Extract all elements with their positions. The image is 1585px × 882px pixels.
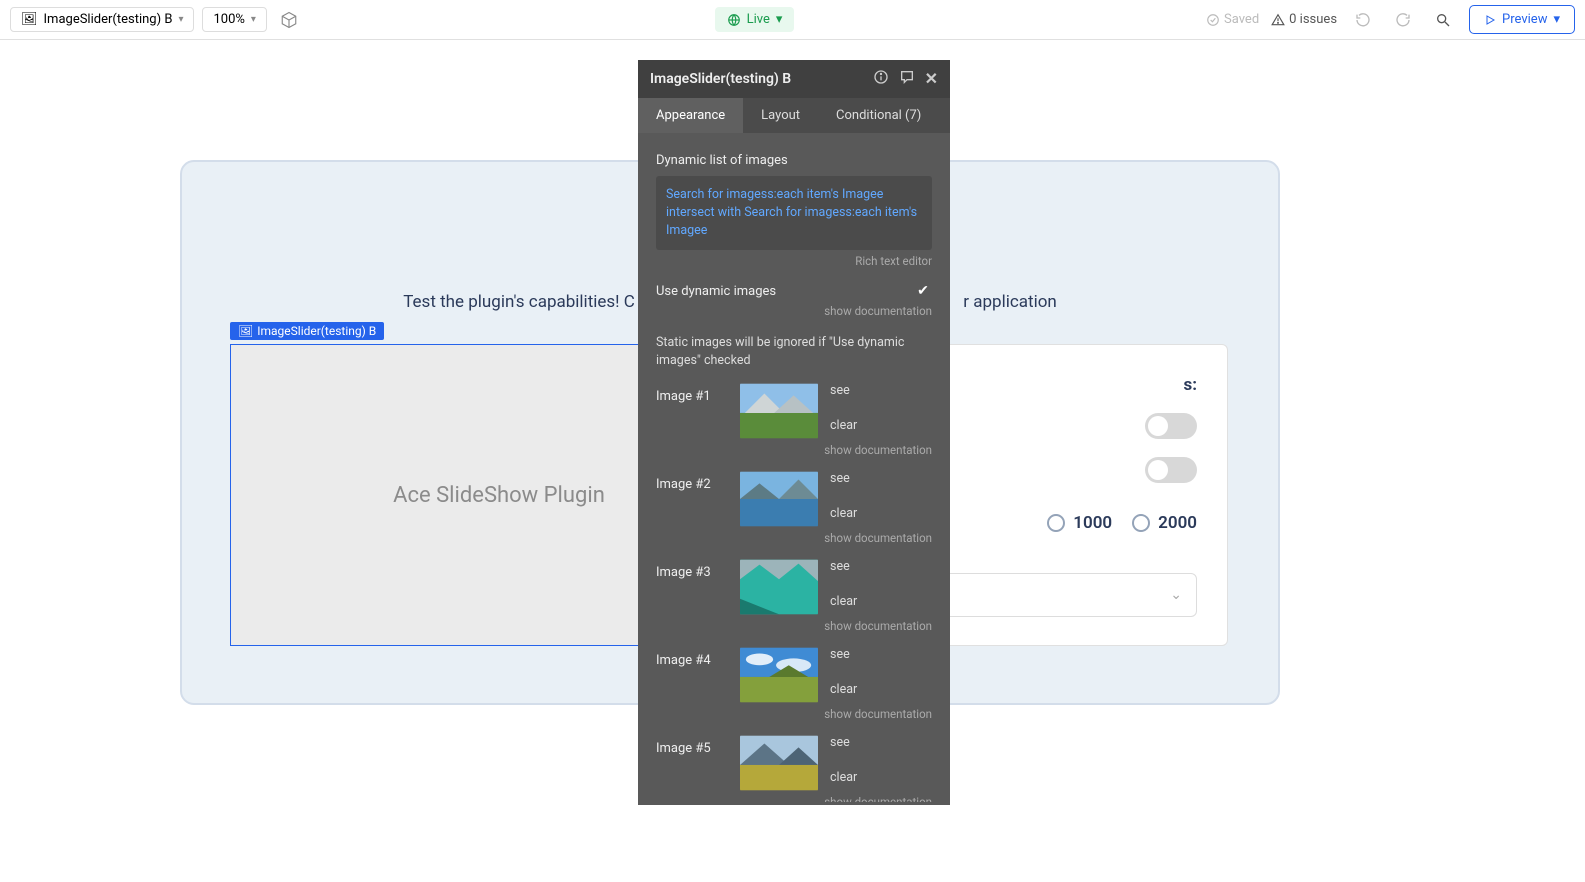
clear-link[interactable]: clear [830,770,857,785]
clear-link[interactable]: clear [830,682,857,697]
image-label: Image #2 [656,471,728,492]
image-thumbnail[interactable] [740,735,818,791]
dynamic-list-label: Dynamic list of images [656,153,932,168]
clear-link[interactable]: clear [830,594,857,609]
info-icon[interactable] [873,69,889,89]
tab-layout[interactable]: Layout [743,98,818,133]
image-label: Image #1 [656,383,728,404]
subtitle-left: Test the plugin's capabilities! C [403,292,635,312]
clear-link[interactable]: clear [830,506,857,521]
show-documentation-link[interactable]: show documentation [656,304,932,318]
panel-header[interactable]: ImageSlider(testing) B ✕ [638,60,950,98]
radio-1000[interactable]: 1000 [1047,513,1112,533]
show-documentation-link[interactable]: show documentation [656,619,932,633]
image-label: Image #4 [656,647,728,668]
image-icon: 🖼 [21,12,38,27]
preview-label: Preview [1502,12,1547,27]
see-link[interactable]: see [830,471,857,486]
image-thumbnail[interactable] [740,471,818,527]
issues-indicator[interactable]: 0 issues [1271,12,1337,27]
speed-radio-group: 1000 2000 [1047,513,1197,533]
property-panel: ImageSlider(testing) B ✕ Appearance Layo… [638,60,950,805]
element-selection-tag[interactable]: 🖼 ImageSlider(testing) B [230,322,384,340]
save-status: Saved [1206,12,1259,27]
preview-button[interactable]: Preview ▾ [1469,5,1575,34]
static-images-notice: Static images will be ignored if "Use dy… [656,334,932,369]
radio-label: 1000 [1073,513,1112,533]
image-thumbnail[interactable] [740,559,818,615]
element-tag-label: ImageSlider(testing) B [257,324,376,338]
see-link[interactable]: see [830,383,857,398]
image-label: Image #5 [656,735,728,756]
zoom-selector[interactable]: 100% ▾ [202,7,266,32]
use-dynamic-checkbox[interactable]: ✔ [914,282,932,300]
image-icon: 🖼 [238,324,253,338]
document-name: ImageSlider(testing) B [44,12,173,27]
subtitle-right: r application [963,292,1057,312]
image-row: Image #3 see clear [656,559,932,615]
clear-link[interactable]: clear [830,418,857,433]
panel-title: ImageSlider(testing) B [650,71,791,87]
cube-icon[interactable] [275,6,303,34]
dynamic-list-expression[interactable]: Search for imagess:each item's Imagee in… [656,176,932,250]
radio-icon [1047,514,1065,532]
image-row: Image #5 see clear [656,735,932,791]
panel-tabs: Appearance Layout Conditional (7) [638,98,950,133]
top-toolbar: 🖼 ImageSlider(testing) B ▾ 100% ▾ Live ▾… [0,0,1585,40]
rich-text-editor-link[interactable]: Rich text editor [656,254,932,268]
live-status-pill[interactable]: Live ▾ [715,7,795,32]
show-documentation-link[interactable]: show documentation [656,531,932,545]
image-row: Image #4 see clear [656,647,932,703]
document-selector[interactable]: 🖼 ImageSlider(testing) B ▾ [10,7,194,32]
chevron-down-icon: ⌄ [1170,587,1182,603]
image-thumbnail[interactable] [740,647,818,703]
image-label: Image #3 [656,559,728,580]
see-link[interactable]: see [830,647,857,662]
saved-label: Saved [1224,12,1259,27]
chevron-down-icon: ▾ [776,12,783,27]
search-icon[interactable] [1429,6,1457,34]
chevron-down-icon: ▾ [251,14,256,25]
use-dynamic-images-label: Use dynamic images [656,284,776,299]
radio-2000[interactable]: 2000 [1132,513,1197,533]
toggle-switch[interactable] [1145,413,1197,439]
see-link[interactable]: see [830,735,857,750]
image-row: Image #1 see clear [656,383,932,439]
chevron-down-icon: ▾ [178,14,183,25]
comment-icon[interactable] [899,69,915,89]
issues-count: 0 issues [1289,12,1337,27]
slider-placeholder: Ace SlideShow Plugin [393,483,605,508]
image-thumbnail[interactable] [740,383,818,439]
show-documentation-link[interactable]: show documentation [656,443,932,457]
zoom-value: 100% [213,12,244,27]
redo-icon[interactable] [1389,6,1417,34]
show-documentation-link[interactable]: show documentation [656,795,932,802]
image-row: Image #2 see clear [656,471,932,527]
chevron-down-icon: ▾ [1553,12,1560,27]
see-link[interactable]: see [830,559,857,574]
live-label: Live [747,12,770,27]
radio-icon [1132,514,1150,532]
undo-icon[interactable] [1349,6,1377,34]
radio-label: 2000 [1158,513,1197,533]
tab-conditional[interactable]: Conditional (7) [818,98,939,133]
tab-appearance[interactable]: Appearance [638,98,743,133]
close-icon[interactable]: ✕ [925,69,938,89]
show-documentation-link[interactable]: show documentation [656,707,932,721]
panel-body: Dynamic list of images Search for images… [638,133,950,802]
toggle-switch[interactable] [1145,457,1197,483]
